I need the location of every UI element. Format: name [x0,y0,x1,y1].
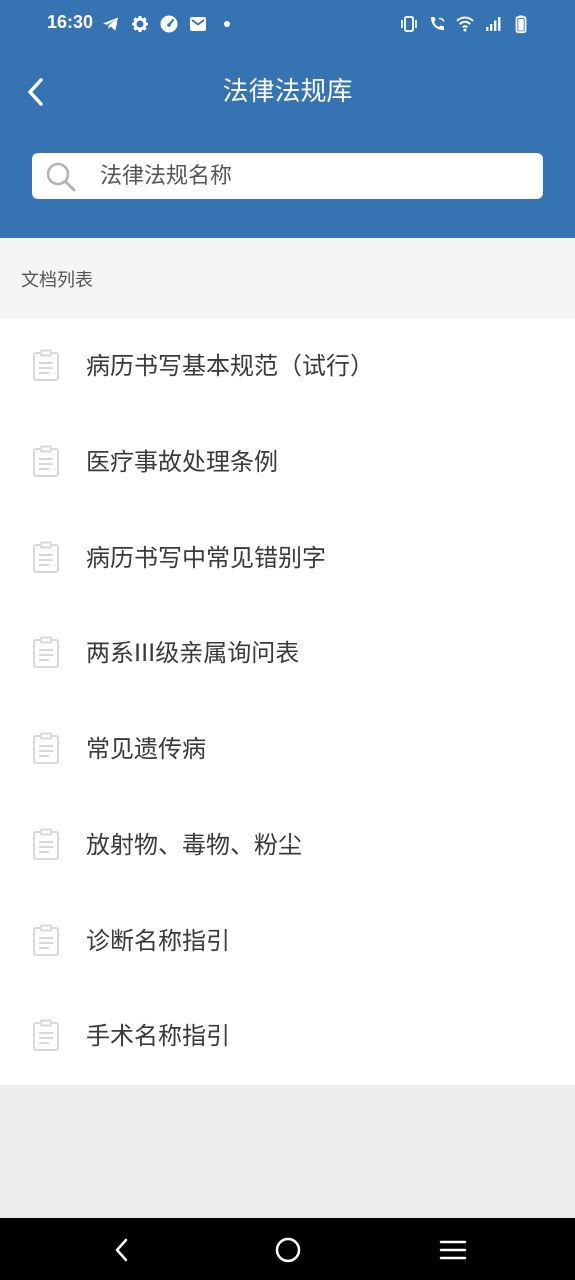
search-box[interactable] [32,153,543,199]
document-item[interactable]: 诊断名称指引 [0,894,575,990]
document-icon [33,828,59,860]
search-icon [46,162,76,192]
document-icon [33,445,59,477]
document-title: 病历书写基本规范（试行） [86,352,374,380]
section-label: 文档列表 [21,270,93,291]
wifi-icon [455,14,475,34]
document-icon [33,924,59,956]
system-status-icons [399,12,531,36]
document-icon [33,732,59,764]
document-item[interactable]: 常见遗传病 [0,702,575,798]
gear-icon [130,14,150,34]
vibrate-icon [399,14,419,34]
document-item[interactable]: 病历书写中常见错别字 [0,511,575,607]
screen: 16:30 法律法规库 法律法规名称 文档列表 病历书写基本规范（试行） 医疗事… [0,0,575,1280]
recents-icon [439,1240,467,1260]
nav-recents-button[interactable] [435,1232,471,1268]
document-icon [33,1019,59,1052]
speedometer-icon [159,14,179,34]
document-item[interactable]: 放射物、毒物、粉尘 [0,798,575,894]
document-title: 医疗事故处理条例 [86,447,278,476]
document-list: 病历书写基本规范（试行） 医疗事故处理条例 病历书写中常见错别字 两系III级亲… [0,319,575,1085]
home-icon [275,1237,301,1263]
nav-back-button[interactable] [104,1232,140,1268]
document-title: 诊断名称指引 [86,926,230,955]
document-item[interactable]: 医疗事故处理条例 [0,415,575,511]
document-title: 病历书写中常见错别字 [86,543,326,572]
dot-icon [217,14,237,34]
battery-icon [511,14,531,34]
search-input[interactable] [100,153,530,199]
notification-icons [101,12,237,36]
document-item[interactable]: 两系III级亲属询问表 [0,606,575,702]
nav-home-button[interactable] [270,1232,306,1268]
system-nav-bar [0,1218,575,1280]
document-icon [33,636,59,669]
section-header: 文档列表 [0,238,575,319]
mail-icon [188,14,208,34]
document-item[interactable]: 手术名称指引 [0,989,575,1085]
signal-icon [483,14,503,34]
document-title: 手术名称指引 [86,1022,230,1051]
document-icon [33,349,59,381]
back-icon [115,1238,128,1262]
page-title: 法律法规库 [222,77,353,107]
app-header: 16:30 法律法规库 法律法规名称 [0,0,575,238]
document-title: 两系III级亲属询问表 [86,639,300,668]
wifi-call-icon [427,14,447,34]
telegram-icon [101,14,121,34]
document-icon [33,541,59,573]
document-title: 常见遗传病 [86,735,206,763]
status-bar: 16:30 [0,0,575,48]
document-title: 放射物、毒物、粉尘 [86,830,302,859]
document-item[interactable]: 病历书写基本规范（试行） [0,319,575,415]
status-time: 16:30 [47,12,94,32]
